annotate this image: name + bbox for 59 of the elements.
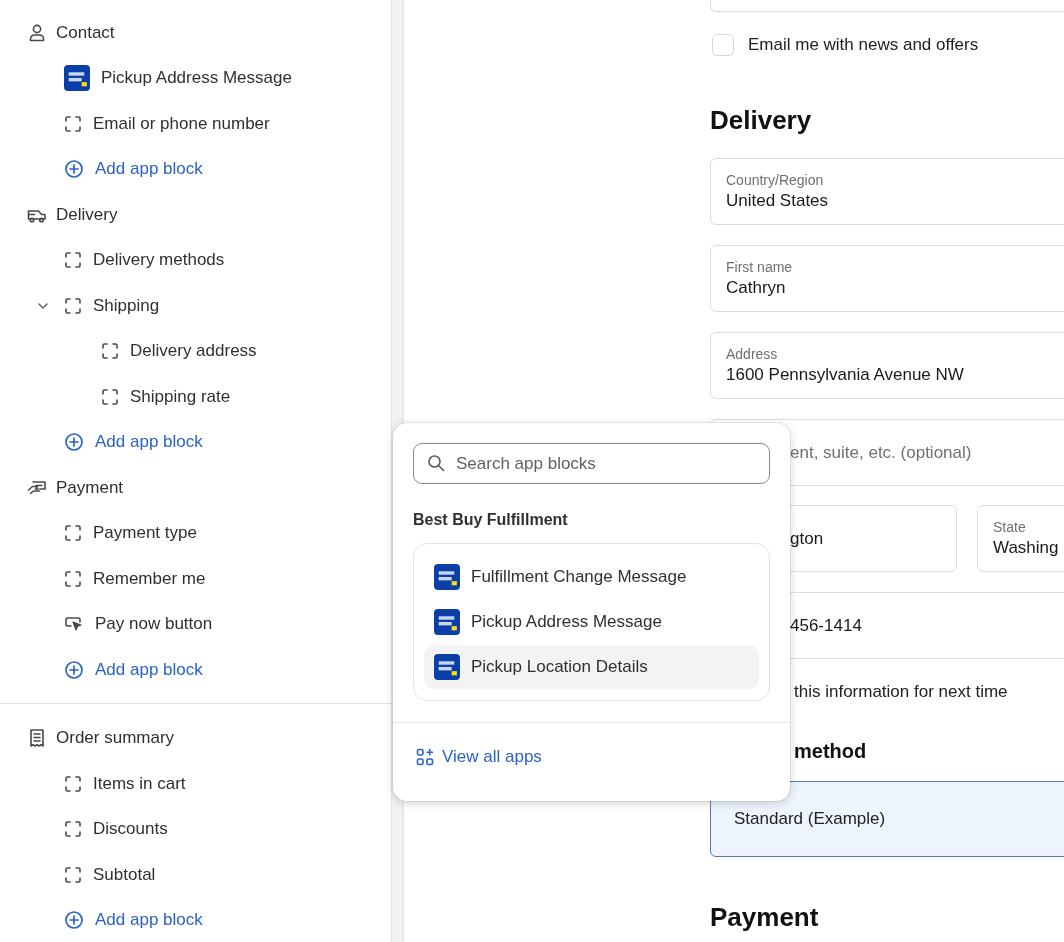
receipt-icon xyxy=(27,728,47,749)
block-icon xyxy=(64,569,82,588)
sidebar-item[interactable]: Items in cart xyxy=(93,773,186,794)
sidebar-item[interactable]: Remember me xyxy=(93,568,206,589)
apps-icon xyxy=(416,748,434,766)
text-field[interactable] xyxy=(710,0,1064,12)
app-block-item[interactable]: Pickup Address Message xyxy=(424,600,759,644)
sidebar-item[interactable]: Shipping xyxy=(93,295,160,316)
app-block-item[interactable]: Pickup Location Details xyxy=(424,645,759,689)
section-title[interactable]: Contact xyxy=(56,22,115,43)
block-icon xyxy=(64,114,82,133)
block-icon xyxy=(64,524,82,543)
person-icon xyxy=(27,22,47,43)
block-icon xyxy=(101,342,119,361)
sidebar-item[interactable]: Shipping rate xyxy=(130,386,231,407)
app-icon xyxy=(64,65,90,92)
section-title[interactable]: Payment xyxy=(56,477,124,498)
block-icon xyxy=(64,865,82,884)
app-icon xyxy=(434,609,460,635)
block-icon xyxy=(101,387,119,406)
text-field[interactable]: First name Cathryn xyxy=(710,245,1064,312)
add-app-block-link[interactable]: Add app block xyxy=(95,659,203,680)
shipping-option[interactable]: Standard (Example) xyxy=(710,781,1064,857)
add-app-block-link[interactable]: Add app block xyxy=(95,432,203,453)
sidebar-item[interactable]: Delivery methods xyxy=(93,250,225,271)
app-icon xyxy=(434,564,460,590)
text-field[interactable]: Country/Region United States xyxy=(710,158,1064,225)
add-app-block-link[interactable]: Add app block xyxy=(95,159,203,180)
checkbox-label: Email me with news and offers xyxy=(748,35,979,55)
section-heading: Delivery xyxy=(710,104,813,136)
block-icon xyxy=(64,774,82,793)
group-title: Best Buy Fulfillment xyxy=(413,511,569,529)
search-icon xyxy=(427,454,445,472)
section-title[interactable]: Delivery xyxy=(56,204,118,225)
sidebar-item[interactable]: Delivery address xyxy=(130,341,257,362)
search-field[interactable]: Search app blocks xyxy=(413,443,770,484)
section-heading: Payment xyxy=(710,901,820,933)
plus-circle-icon xyxy=(64,659,84,680)
sidebar-item[interactable]: Payment type xyxy=(93,523,197,544)
block-icon xyxy=(64,820,82,839)
sidebar-item[interactable]: Email or phone number xyxy=(93,113,270,134)
sidebar-item[interactable]: Discounts xyxy=(93,819,168,840)
plus-circle-icon xyxy=(64,432,84,453)
block-icon xyxy=(64,296,82,315)
plus-circle-icon xyxy=(64,910,84,931)
view-all-apps-link[interactable]: View all apps xyxy=(416,747,542,767)
checkbox[interactable] xyxy=(712,34,734,56)
block-icon xyxy=(64,251,82,270)
section-title[interactable]: Order summary xyxy=(56,728,175,749)
sidebar-item[interactable]: Pay now button xyxy=(95,614,213,635)
add-app-block-link[interactable]: Add app block xyxy=(95,910,203,931)
app-icon xyxy=(434,654,460,680)
checkbox-label: this information for next time xyxy=(793,682,1009,702)
text-field[interactable]: State Washing xyxy=(977,505,1064,572)
section-heading: method xyxy=(793,740,868,763)
text-field[interactable]: Address 1600 Pennsylvania Avenue NW xyxy=(710,332,1064,399)
plus-circle-icon xyxy=(64,159,84,180)
sidebar-item[interactable]: Subtotal xyxy=(93,864,156,885)
sidebar-item[interactable]: Pickup Address Message xyxy=(101,68,292,89)
